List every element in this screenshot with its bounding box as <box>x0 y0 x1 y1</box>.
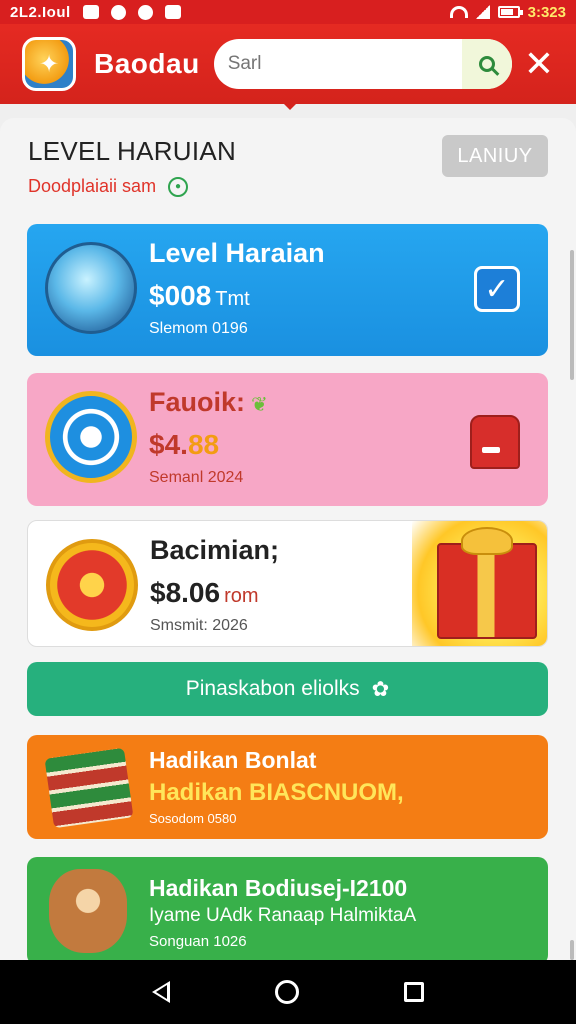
app-logo-icon[interactable]: ✦ <box>22 37 76 91</box>
close-icon[interactable]: ✕ <box>524 46 554 82</box>
notification-icon <box>164 5 181 19</box>
scrollbar[interactable] <box>570 250 574 380</box>
promo-card-orange[interactable]: Hadikan Bonlat Hadikan BIASCNUOM, Sosodo… <box>27 735 548 839</box>
page-title: LEVEL HARUIAN <box>28 136 237 166</box>
gift-box-icon[interactable] <box>437 543 537 639</box>
page-subtitle: Doodplaiaii sam <box>28 176 157 196</box>
promo-card-green[interactable]: Hadikan Bodiusej-I2100 Iyame UAdk Ranaap… <box>27 857 548 965</box>
status-clock: 3:323 <box>527 3 566 21</box>
search-box[interactable] <box>213 39 512 89</box>
books-icon <box>44 747 134 829</box>
card-price: $8.06 rom <box>150 577 259 608</box>
teddy-bear-icon <box>49 869 127 953</box>
checkbox-checked-icon[interactable]: ✓ <box>474 266 520 312</box>
level-card[interactable]: Level Haraian $008 Tmt Slemom 0196 ✓ <box>27 224 548 356</box>
card-title: Level Haraian <box>149 238 325 268</box>
promo-subtitle: Hadikan BIASCNUOM, <box>149 779 404 806</box>
app-bar: ✦ Baodau ✕ <box>0 24 576 104</box>
bonus-card[interactable]: Bacimian; $8.06 rom Smsmit: 2026 <box>27 520 548 647</box>
card-meta: Semanl 2024 <box>149 469 244 486</box>
action-button[interactable]: Pinaskabon eliolks ✿ <box>27 662 548 716</box>
promo-meta: Songuan 1026 <box>149 933 247 950</box>
header-button[interactable]: LANIUY <box>442 135 548 177</box>
reward-card[interactable]: Fauoik: ❦ $4.88 Semanl 2024 <box>27 373 548 506</box>
signal-icon <box>475 5 490 19</box>
search-icon <box>478 56 495 72</box>
promo-title: Hadikan Bodiusej-I2100 <box>149 875 408 901</box>
notification-icon <box>110 4 126 20</box>
status-bar: 2L2.Ioul 3:323 <box>0 0 576 24</box>
scrollbar[interactable] <box>570 940 574 960</box>
action-button-label: Pinaskabon eliolks <box>185 677 360 700</box>
notification-icon <box>82 5 99 19</box>
app-title: Baodau <box>94 48 200 79</box>
refresh-icon[interactable]: ● <box>168 176 189 197</box>
card-meta: Smsmit: 2026 <box>150 617 248 634</box>
app-bar-notch <box>280 100 300 110</box>
card-title: Fauoik: ❦ <box>149 387 268 417</box>
notification-icon <box>137 4 153 20</box>
wifi-icon <box>449 6 468 18</box>
coin-badge-icon <box>46 539 138 631</box>
target-badge-icon <box>45 391 137 483</box>
search-button[interactable] <box>461 39 512 89</box>
leaf-icon: ✿ <box>371 677 390 701</box>
card-meta: Slemom 0196 <box>149 320 248 337</box>
card-title: Bacimian; <box>150 535 280 565</box>
mailbox-icon[interactable] <box>470 415 520 469</box>
promo-title: Hadikan Bonlat <box>149 747 317 773</box>
back-icon[interactable] <box>152 981 171 1003</box>
battery-icon <box>497 6 523 18</box>
system-nav-bar <box>0 960 576 1024</box>
leaf-icon: ❦ <box>251 394 268 416</box>
search-input[interactable] <box>227 53 448 75</box>
card-price: $4.88 <box>149 429 220 460</box>
card-price: $008 Tmt <box>149 280 250 311</box>
promo-meta: Sosodom 0580 <box>149 811 237 826</box>
recent-apps-icon[interactable] <box>403 982 424 1002</box>
promo-subtitle: Iyame UAdk Ranaap HalmiktaA <box>149 905 417 926</box>
home-icon[interactable] <box>274 980 299 1004</box>
gift-bow-icon <box>461 527 513 555</box>
status-text: 2L2.Ioul <box>10 3 71 21</box>
water-drop-icon <box>45 242 137 334</box>
subtitle-row: Doodplaiaii sam ● <box>28 176 189 197</box>
